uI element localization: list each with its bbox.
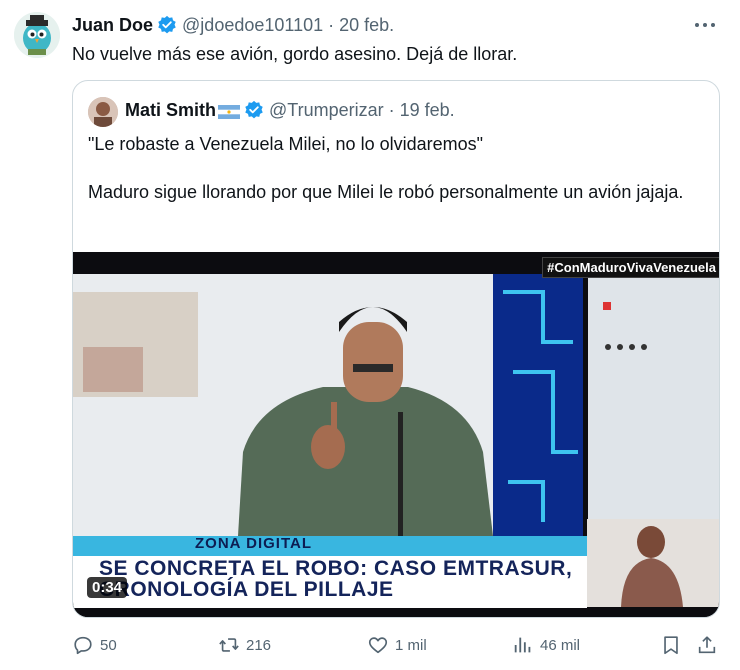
quote-avatar-image [88,97,118,127]
more-icon[interactable] [692,12,718,38]
argentina-flag-icon [218,103,241,119]
reply-icon [74,636,92,655]
avatar-image [14,12,60,58]
retweet-icon [219,638,239,652]
separator-dot: · [328,14,335,35]
verified-badge-icon [157,15,177,35]
quote-author-row: Mati Smith @Trumperizar · 19 feb. [125,98,455,122]
video-duration: 0:34 [87,577,128,598]
reply-count: 50 [100,636,117,654]
retweet-count: 216 [246,636,272,654]
reply-button[interactable]: 50 [72,632,117,658]
quote-author-avatar[interactable] [88,97,118,127]
retweet-button[interactable]: 216 [218,632,271,658]
quote-paragraph-1: "Le robaste a Venezuela Milei, no lo olv… [88,134,484,154]
author-handle[interactable]: @jdoedoe101101 [182,15,323,36]
tweet-author-row: Juan Doe @jdoedoe101101 · 20 feb. [72,13,394,37]
video-headline-line2: CRONOLOGÍA DEL PILLAJE [99,578,394,601]
video-player[interactable]: #ConMaduroVivaVenezuela ZONA DIGITAL SE … [73,252,719,617]
bookmark-icon [664,636,678,655]
quote-text: "Le robaste a Venezuela Milei, no lo olv… [88,132,708,204]
tweet-actions: 50 216 1 mil 46 mil [72,632,722,658]
author-name[interactable]: Juan Doe [72,15,153,36]
share-icon [698,636,716,654]
like-count: 1 mil [395,636,427,654]
quote-date[interactable]: 19 feb. [400,100,455,121]
views-button[interactable]: 46 mil [512,632,580,658]
quote-separator-dot: · [388,99,395,120]
bookmark-button[interactable] [660,632,682,658]
author-avatar[interactable] [14,12,60,58]
quote-paragraph-2: Maduro sigue llorando por que Milei le r… [88,182,684,202]
quote-verified-badge-icon [244,100,264,120]
video-hashtag-overlay: #ConMaduroVivaVenezuela [542,257,719,278]
heart-icon [368,637,388,654]
tweet-date[interactable]: 20 feb. [339,15,394,36]
views-count: 46 mil [540,636,581,654]
share-button[interactable] [696,632,718,658]
quote-author-name[interactable]: Mati Smith [125,100,216,121]
tweet-text: No vuelve más ese avión, gordo asesino. … [72,44,518,64]
views-chart-icon [514,637,531,653]
like-button[interactable]: 1 mil [367,632,427,658]
quote-author-handle[interactable]: @Trumperizar [269,100,384,121]
quoted-tweet[interactable]: Mati Smith @Trumperizar · 19 feb. "Le ro… [72,80,720,618]
video-banner-label: ZONA DIGITAL [195,535,312,552]
